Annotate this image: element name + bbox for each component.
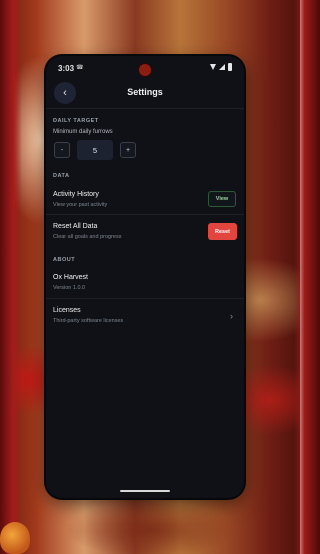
app-bar: ‹ Settings <box>46 82 244 108</box>
row-divider <box>46 298 244 299</box>
licenses-title: Licenses <box>53 307 81 314</box>
furrows-label: Minimum daily furrows <box>53 129 113 135</box>
gesture-nav-bar[interactable] <box>120 490 170 492</box>
reset-button[interactable]: Reset <box>208 223 237 240</box>
row-divider <box>46 214 244 215</box>
reset-data-desc: Clear all goals and progress <box>53 234 122 240</box>
camera-cutout <box>139 64 151 76</box>
section-about: ABOUT <box>53 257 76 263</box>
target-value[interactable]: 5 <box>77 140 113 160</box>
app-version: Version 1.0.0 <box>53 285 86 291</box>
wifi-icon <box>210 64 216 70</box>
status-bar: 3:03 ☎ <box>46 56 244 78</box>
section-data: DATA <box>53 173 70 179</box>
red-curtain-right <box>294 0 320 554</box>
battery-icon <box>228 63 232 71</box>
view-button[interactable]: View <box>208 191 236 207</box>
sim-icon: ☎ <box>76 65 84 71</box>
app-name: Ox Harvest <box>53 274 89 281</box>
page-title: Settings <box>127 87 163 97</box>
activity-history-desc: View your past activity <box>53 202 108 208</box>
status-icons <box>210 63 232 71</box>
signal-icon <box>219 64 225 70</box>
increment-button[interactable]: + <box>120 142 136 158</box>
reset-data-title: Reset All Data <box>53 223 98 230</box>
section-daily-target: DAILY TARGET <box>53 118 99 124</box>
chevron-right-icon: › <box>230 311 233 321</box>
activity-history-title: Activity History <box>53 191 99 198</box>
phone-screen: 3:03 ☎ ‹ Settings DAILY TARGET Minimum d… <box>46 56 244 498</box>
header-divider <box>46 108 244 109</box>
status-time: 3:03 <box>58 64 75 73</box>
licenses-desc: Third-party software licenses <box>53 318 124 324</box>
red-curtain-left <box>0 0 22 554</box>
pumpkin-decoration <box>0 522 30 554</box>
decrement-button[interactable]: - <box>54 142 70 158</box>
